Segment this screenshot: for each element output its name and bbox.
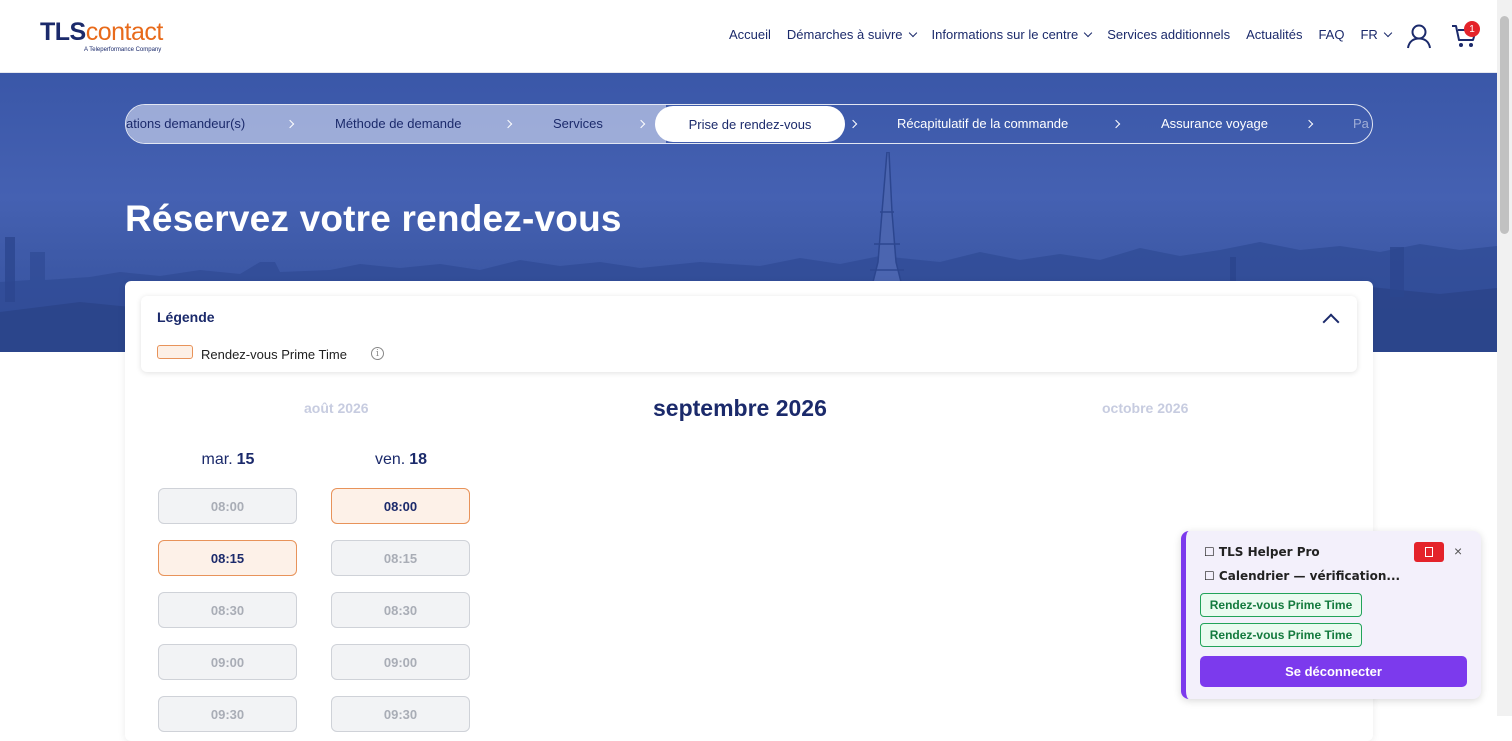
nav-item-demarches[interactable]: Démarches à suivre — [786, 27, 917, 42]
chevron-up-icon[interactable] — [1322, 313, 1340, 331]
time-slot[interactable]: 08:15 — [331, 540, 470, 576]
day-column-ven-18: ven. 18 08:00 08:15 08:30 09:00 09:30 — [331, 451, 471, 732]
nav-label: Services additionnels — [1107, 27, 1231, 42]
step-informations-demandeurs[interactable]: ations demandeur(s) — [126, 116, 245, 131]
step-recapitulatif[interactable]: Récapitulatif de la commande — [897, 116, 1068, 131]
nav-item-services[interactable]: Services additionnels — [1107, 27, 1230, 42]
step-assurance-voyage[interactable]: Assurance voyage — [1161, 116, 1268, 131]
chevron-down-icon — [1083, 28, 1093, 37]
time-slot-prime[interactable]: 08:00 — [331, 488, 470, 524]
day-number: 18 — [409, 451, 428, 468]
day-number: 15 — [236, 451, 255, 468]
nav-label: FR — [1360, 27, 1378, 42]
time-slot[interactable]: 09:00 — [331, 644, 470, 680]
logo-tagline: A Teleperformance Company — [84, 47, 162, 53]
nav-item-accueil[interactable]: Accueil — [729, 27, 771, 42]
nav-label: Démarches à suivre — [786, 27, 903, 42]
time-slot[interactable]: 08:00 — [158, 488, 297, 524]
step-paiement[interactable]: Pa — [1353, 116, 1369, 131]
nav-item-informations[interactable]: Informations sur le centre — [931, 27, 1093, 42]
prev-month-link[interactable]: août 2026 — [304, 400, 369, 416]
widget-status: ☐ Calendrier — vérification... — [1204, 569, 1401, 583]
step-services[interactable]: Services — [553, 116, 603, 131]
nav-item-actualites[interactable]: Actualités — [1246, 27, 1302, 42]
step-prise-de-rendez-vous[interactable]: Prise de rendez-vous — [655, 106, 845, 142]
language-selector[interactable]: FR — [1360, 27, 1393, 42]
main-nav: Accueil Démarches à suivre Informations … — [729, 27, 1407, 42]
close-icon[interactable]: × — [1454, 543, 1462, 559]
tls-helper-widget: ☐ TLS Helper Pro ☐ Calendrier — vérifica… — [1181, 531, 1481, 699]
legend-title: Légende — [157, 309, 215, 325]
time-slot-prime[interactable]: 08:15 — [158, 540, 297, 576]
prime-time-tag: Rendez-vous Prime Time — [1200, 623, 1362, 647]
chevron-down-icon — [1383, 28, 1393, 37]
day-header: mar. 15 — [158, 451, 298, 469]
logo-brand-a: TLS — [40, 18, 86, 46]
current-month-heading: septembre 2026 — [653, 395, 827, 421]
chevron-right-icon — [1304, 119, 1314, 129]
chevron-down-icon — [908, 28, 917, 37]
nav-label: Informations sur le centre — [931, 27, 1079, 42]
time-slot[interactable]: 09:30 — [158, 696, 297, 732]
logout-button[interactable]: Se déconnecter — [1200, 656, 1467, 687]
prime-time-tag: Rendez-vous Prime Time — [1200, 593, 1362, 617]
scrollbar-thumb[interactable] — [1500, 16, 1509, 234]
nav-label: Actualités — [1246, 27, 1303, 42]
cart-count-badge: 1 — [1464, 21, 1480, 37]
chevron-right-icon — [848, 119, 858, 129]
next-month-link[interactable]: octobre 2026 — [1102, 400, 1188, 416]
user-account-icon[interactable] — [1405, 22, 1433, 50]
time-slot[interactable]: 08:30 — [331, 592, 470, 628]
nav-label: FAQ — [1318, 27, 1345, 42]
nav-label: Accueil — [729, 27, 771, 42]
step-methode-de-demande[interactable]: Méthode de demande — [335, 116, 461, 131]
day-header: ven. 18 — [331, 451, 471, 469]
stop-button[interactable] — [1414, 542, 1444, 562]
page-title: Réservez votre rendez-vous — [125, 198, 622, 239]
day-weekday: ven. — [374, 451, 406, 468]
nav-item-faq[interactable]: FAQ — [1318, 27, 1344, 42]
time-slot[interactable]: 09:00 — [158, 644, 297, 680]
time-slot[interactable]: 08:30 — [158, 592, 297, 628]
tls-logo[interactable]: TLScontact A Teleperformance Company — [40, 18, 164, 53]
top-navbar: TLScontact A Teleperformance Company Acc… — [0, 0, 1497, 72]
legend-item-label: Rendez-vous Prime Time — [201, 347, 347, 362]
stop-icon — [1425, 547, 1433, 557]
logo-brand-b: contact — [85, 18, 164, 46]
legend-panel: Légende Rendez-vous Prime Time i — [141, 296, 1357, 372]
prime-time-swatch — [157, 345, 193, 359]
day-column-mar-15: mar. 15 08:00 08:15 08:30 09:00 09:30 — [158, 451, 298, 732]
day-weekday: mar. — [201, 451, 233, 468]
info-icon[interactable]: i — [371, 347, 384, 360]
chevron-right-icon — [1111, 119, 1121, 129]
progress-stepper: ations demandeur(s) Méthode de demande S… — [125, 104, 1373, 144]
widget-title: ☐ TLS Helper Pro — [1204, 545, 1320, 559]
time-slot[interactable]: 09:30 — [331, 696, 470, 732]
